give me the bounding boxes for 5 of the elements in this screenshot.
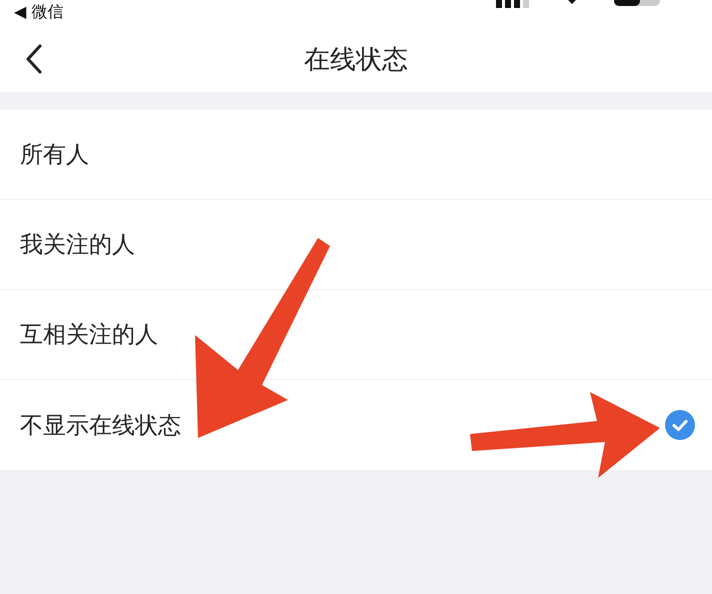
back-icon[interactable] bbox=[26, 44, 42, 74]
option-row[interactable]: 不显示在线状态 bbox=[0, 380, 712, 470]
back-to-app-link[interactable]: ◀ 微信 bbox=[14, 2, 64, 22]
option-row[interactable]: 所有人 bbox=[0, 110, 712, 200]
page-title: 在线状态 bbox=[304, 44, 408, 76]
